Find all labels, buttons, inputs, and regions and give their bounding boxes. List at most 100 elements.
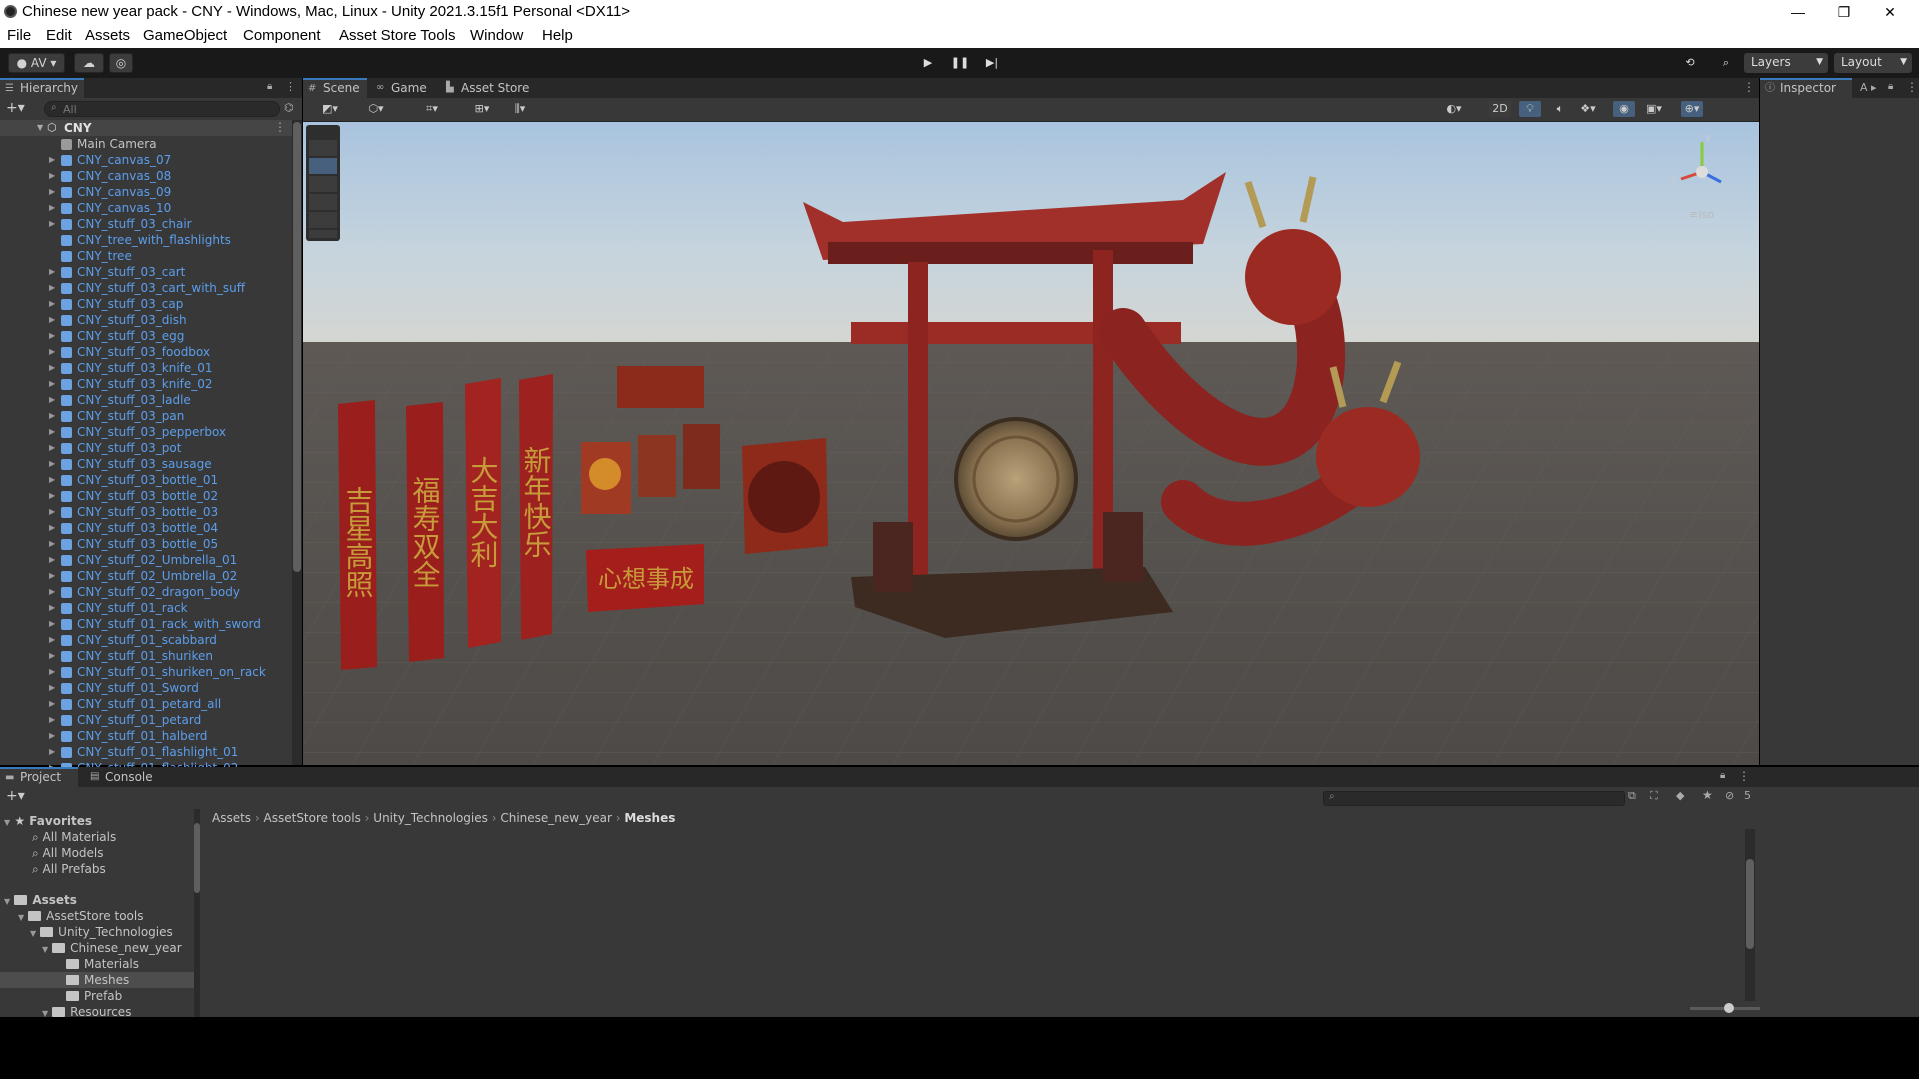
hierarchy-item[interactable]: ▶ CNY_stuff_01_petard_all (0, 696, 292, 712)
expand-arrow-icon[interactable]: ▶ (49, 216, 55, 232)
expand-arrow-icon[interactable]: ▼ (37, 123, 43, 132)
favorite-all-prefabs[interactable]: ⌕ All Prefabs (32, 861, 106, 877)
expand-arrow-icon[interactable]: ▶ (49, 520, 55, 536)
draw-mode-icon[interactable]: ◩▾ (319, 101, 341, 117)
hierarchy-item[interactable]: ▶ CNY_stuff_01_Sword (0, 680, 292, 696)
hierarchy-item[interactable]: ▶ CNY_canvas_08 (0, 168, 292, 184)
menu-gameobject[interactable]: GameObject (143, 27, 227, 44)
hierarchy-item[interactable]: ▶ CNY_stuff_03_pan (0, 408, 292, 424)
expand-arrow-icon[interactable]: ▶ (49, 504, 55, 520)
breadcrumb-item[interactable]: Chinese_new_year (500, 811, 612, 825)
hierarchy-item[interactable]: ▶ CNY_stuff_03_chair (0, 216, 292, 232)
kebab-menu-icon[interactable]: ⋮ (1743, 80, 1755, 94)
tab-hierarchy[interactable]: ☰ Hierarchy (0, 78, 84, 98)
menu-window[interactable]: Window (470, 27, 523, 44)
grid-snap-icon[interactable]: ⌗▾ (421, 101, 443, 117)
hierarchy-item[interactable]: ▶ CNY_stuff_03_cap (0, 296, 292, 312)
audio-icon[interactable]: 🔈︎ (1549, 101, 1571, 117)
hierarchy-item[interactable]: ▶ CNY_stuff_03_dish (0, 312, 292, 328)
hierarchy-item[interactable]: ▶ CNY_canvas_10 (0, 200, 292, 216)
star-icon[interactable]: ★ (1702, 788, 1713, 802)
shading-icon[interactable]: ⬡▾ (365, 101, 387, 117)
tab-console[interactable]: ▤ Console (85, 767, 163, 787)
hierarchy-item[interactable]: ▶ CNY_canvas_09 (0, 184, 292, 200)
mode-2d-button[interactable]: 2D (1489, 101, 1511, 117)
hierarchy-main-camera[interactable]: Main Camera (0, 136, 292, 152)
slider-handle[interactable] (1724, 1003, 1734, 1013)
expand-arrow-icon[interactable]: ▶ (49, 584, 55, 600)
scene-picker-icon[interactable]: ⌬ (284, 101, 294, 114)
tag-icon[interactable]: ◆ (1676, 789, 1684, 802)
tab-asset-store[interactable]: ▙ Asset Store (441, 78, 541, 98)
hierarchy-item[interactable]: ▶ CNY_stuff_03_bottle_03 (0, 504, 292, 520)
hierarchy-search-input[interactable]: ⌕ All (44, 101, 280, 117)
inspector-extra[interactable]: A ▸ (1860, 81, 1877, 94)
folder-tree-item[interactable]: Prefab (0, 988, 194, 1004)
hierarchy-item[interactable]: ▶ CNY_stuff_02_dragon_body (0, 584, 292, 600)
restore-button[interactable]: ❐ (1821, 0, 1867, 25)
expand-arrow-icon[interactable]: ▶ (49, 568, 55, 584)
expand-arrow-icon[interactable]: ▼ (18, 913, 24, 922)
hierarchy-scroll-thumb[interactable] (293, 122, 301, 572)
lighting-icon[interactable]: 💡︎ (1519, 101, 1541, 117)
expand-arrow-icon[interactable]: ▶ (49, 488, 55, 504)
lock-icon[interactable]: 🔒︎ (1888, 81, 1893, 92)
minimize-button[interactable]: — (1775, 0, 1821, 25)
menu-component[interactable]: Component (243, 27, 321, 44)
hierarchy-item[interactable]: ▶ CNY_stuff_02_Umbrella_02 (0, 568, 292, 584)
expand-arrow-icon[interactable]: ▶ (49, 632, 55, 648)
expand-arrow-icon[interactable]: ▶ (49, 312, 55, 328)
expand-arrow-icon[interactable]: ▶ (49, 152, 55, 168)
hierarchy-item[interactable]: ▶ CNY_stuff_03_cart (0, 264, 292, 280)
hierarchy-item[interactable]: ▶ CNY_stuff_01_rack (0, 600, 292, 616)
expand-arrow-icon[interactable]: ▶ (49, 600, 55, 616)
increment-snap-icon[interactable]: ⊞▾ (471, 101, 493, 117)
expand-arrow-icon[interactable]: ▶ (49, 408, 55, 424)
hierarchy-item[interactable]: ▶ CNY_stuff_01_shuriken_on_rack (0, 664, 292, 680)
hierarchy-item[interactable]: ▶ CNY_stuff_03_knife_01 (0, 360, 292, 376)
add-icon[interactable]: +▾ (6, 100, 25, 116)
expand-arrow-icon[interactable]: ▶ (49, 552, 55, 568)
account-button[interactable]: ● AV ▾ (8, 53, 65, 73)
hierarchy-item[interactable]: ▶ CNY_stuff_01_scabbard (0, 632, 292, 648)
hierarchy-item[interactable]: ▶ CNY_stuff_03_egg (0, 328, 292, 344)
thumbnail-size-slider[interactable] (1690, 1003, 1760, 1013)
lock-icon[interactable]: 🔒︎ (267, 81, 272, 92)
expand-arrow-icon[interactable]: ▶ (49, 696, 55, 712)
expand-arrow-icon[interactable]: ▶ (49, 424, 55, 440)
hidden-objects-icon[interactable]: ◉ (1613, 101, 1635, 117)
hierarchy-item[interactable]: ▶ CNY_stuff_03_sausage (0, 456, 292, 472)
hierarchy-item[interactable]: ▶ CNY_stuff_03_bottle_04 (0, 520, 292, 536)
menu-edit[interactable]: Edit (46, 27, 72, 44)
hierarchy-item[interactable]: ▶ CNY_stuff_03_knife_02 (0, 376, 292, 392)
tab-inspector[interactable]: ⓘ Inspector (1760, 78, 1852, 98)
expand-arrow-icon[interactable]: ▶ (49, 616, 55, 632)
hierarchy-item[interactable]: ▶ CNY_stuff_03_bottle_05 (0, 536, 292, 552)
hierarchy-item[interactable]: ▶ CNY_stuff_02_Umbrella_01 (0, 552, 292, 568)
expand-arrow-icon[interactable]: ▶ (49, 712, 55, 728)
menu-assets[interactable]: Assets (85, 27, 130, 44)
camera-icon[interactable]: ▣▾ (1643, 101, 1665, 117)
tree-scrollbar[interactable] (194, 809, 200, 1017)
hierarchy-scrollbar[interactable] (292, 120, 302, 765)
project-search-input[interactable]: ⌕ (1323, 791, 1625, 806)
history-button[interactable]: ⟲ (1678, 53, 1702, 74)
breadcrumb-item[interactable]: AssetStore tools (264, 811, 361, 825)
hierarchy-item[interactable]: ▶ CNY_stuff_01_flashlight_01 (0, 744, 292, 760)
expand-arrow-icon[interactable]: ▶ (49, 376, 55, 392)
expand-arrow-icon[interactable]: ▶ (49, 184, 55, 200)
folder-tree-item[interactable]: Materials (0, 956, 194, 972)
tab-game[interactable]: ∞ Game (371, 78, 435, 98)
expand-arrow-icon[interactable]: ▶ (49, 360, 55, 376)
scene-viewport[interactable]: ▶CNY_canv...▶CNY_canv...▶CNY_canv...▶CNY… (303, 122, 1759, 765)
hierarchy-item[interactable]: ▶ CNY_stuff_03_bottle_02 (0, 488, 292, 504)
scene-menu-icon[interactable]: ⋮ (274, 120, 286, 134)
menu-asset-store-tools[interactable]: Asset Store Tools (339, 27, 455, 44)
expand-arrow-icon[interactable]: ▶ (49, 200, 55, 216)
tree-scroll-thumb[interactable] (194, 823, 200, 893)
tab-scene[interactable]: # Scene (303, 78, 367, 98)
pause-button[interactable]: ❚❚ (948, 53, 972, 74)
hierarchy-item[interactable]: ▶ CNY_stuff_01_shuriken (0, 648, 292, 664)
expand-arrow-icon[interactable]: ▶ (49, 472, 55, 488)
expand-arrow-icon[interactable]: ▶ (49, 536, 55, 552)
